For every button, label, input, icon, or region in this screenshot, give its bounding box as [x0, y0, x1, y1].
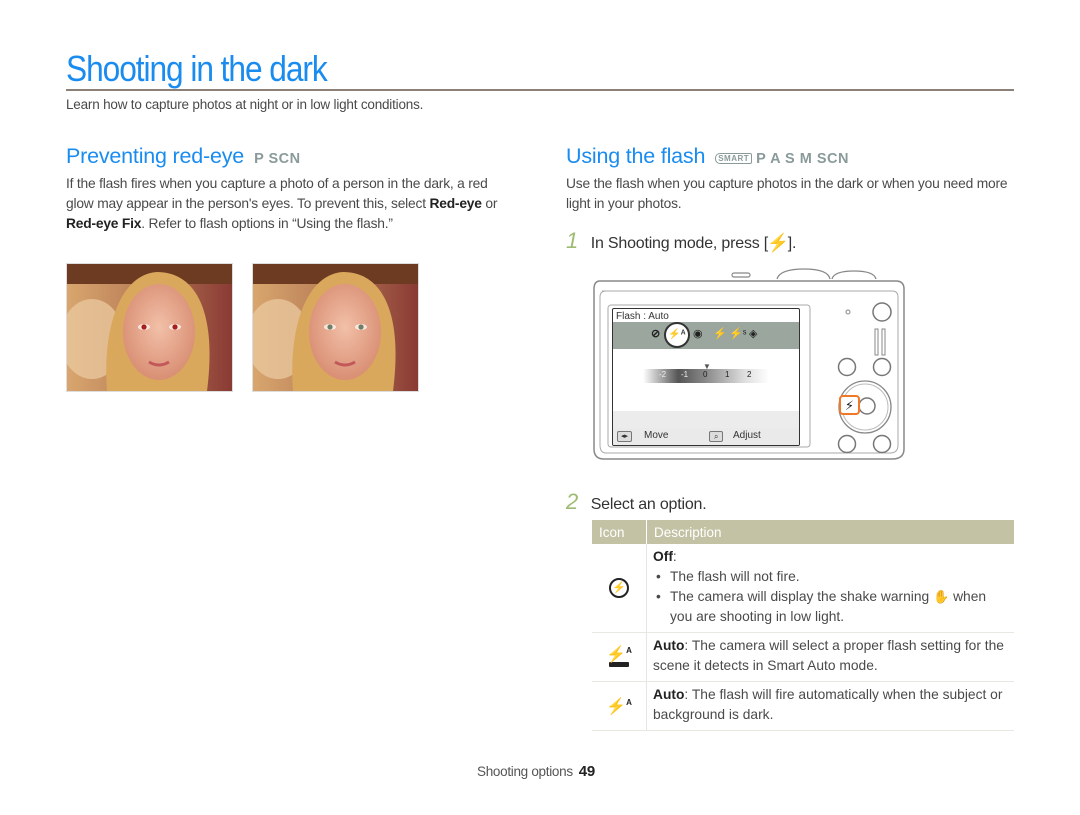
option-red-eye-fix: Red-eye Fix	[66, 216, 142, 231]
page-number: 49	[578, 763, 595, 780]
step-number: 2	[566, 489, 579, 514]
lcd-red-eye-fix-icon: ◈	[749, 328, 758, 340]
text: . Refer to flash options in “Using the f…	[141, 216, 393, 231]
flash-button-icon: ⚡	[845, 399, 854, 414]
lcd-icon-bar: ⊘ ⚡ᴬ ◉ ⚡ ⚡ˢ ◈	[613, 322, 799, 349]
step-number: 1	[566, 228, 579, 253]
flash-button-icon: ⚡	[767, 234, 789, 253]
lcd-flash-auto-icon-selected: ⚡ᴬ	[664, 322, 690, 348]
title-divider	[66, 89, 1014, 91]
lcd-fill-in-icon: ⚡	[713, 328, 727, 340]
text: ].	[787, 235, 797, 252]
step-text: Select an option.	[590, 496, 707, 513]
bullet-item: The camera will display the shake warnin…	[653, 587, 1008, 627]
text: If the flash fires when you capture a ph…	[66, 176, 488, 211]
lcd-slow-sync-icon: ⚡ˢ	[729, 328, 747, 340]
option-title: Auto	[653, 687, 685, 702]
scale-marker: ▼	[703, 362, 711, 371]
eye-left	[141, 324, 147, 330]
column-header-icon: Icon	[592, 520, 647, 544]
smart-flash-auto-icon: ⚡A	[592, 632, 647, 682]
bullet-item: The flash will not fire.	[653, 567, 1008, 587]
photo-red-eye	[66, 263, 233, 392]
photo-red-eye-fixed	[252, 263, 419, 392]
table-row: ⚡A Auto: The flash will fire automatical…	[592, 681, 1014, 731]
red-eye-paragraph: If the flash fires when you capture a ph…	[66, 174, 516, 234]
flash-off-glyph: ⚡	[609, 577, 629, 598]
description-cell: Off: The flash will not fire. The camera…	[646, 544, 1014, 633]
flash-options-table: Icon Description ⚡ Off: The flash will n…	[592, 520, 1014, 731]
description-cell: Auto: The flash will fire automatically …	[646, 681, 1014, 731]
lcd-adjust-label: Adjust	[733, 430, 761, 441]
camera-lcd-screen: Flash : Auto ⊘ ⚡ᴬ ◉ ⚡ ⚡ˢ ◈ -2 -1 0 1 2 ▼ ◂▸ …	[612, 308, 800, 446]
lcd-red-eye-icon: ◉	[693, 328, 703, 340]
text: : The camera will select a proper flash …	[653, 638, 1004, 673]
text: or	[481, 196, 498, 211]
scale-tick-label: -2	[659, 370, 667, 379]
mode-badges: SMART P A S M SCN	[715, 151, 849, 167]
option-title: Auto	[653, 638, 685, 653]
bullet-list: The flash will not fire. The camera will…	[653, 567, 1008, 627]
text: In Shooting mode, press [	[590, 235, 769, 252]
flash-glyph: ⚡	[606, 646, 627, 664]
section-title-red-eye: Preventing red-eye P SCN	[66, 144, 301, 169]
scale-tick-label: -1	[681, 370, 689, 379]
flash-auto-icon: ⚡A	[592, 681, 647, 731]
portrait-fixed-image	[253, 264, 418, 391]
mode-letters: P A S M SCN	[756, 151, 849, 167]
auto-sup: A	[626, 645, 632, 655]
description-cell: Auto: The camera will select a proper fl…	[646, 632, 1014, 682]
flash-off-icon: ⚡	[592, 544, 647, 633]
page-intro: Learn how to capture photos at night or …	[66, 97, 424, 112]
step-2: 2 Select an option.	[566, 489, 707, 515]
text: : The flash will fire automatically when…	[653, 687, 1003, 722]
lcd-flash-off-icon: ⊘	[651, 328, 661, 340]
text: The camera will display the shake warnin…	[670, 589, 930, 604]
scale-tick-label: 2	[747, 370, 752, 379]
lcd-blank-row	[613, 411, 799, 428]
lcd-flash-label: Flash : Auto	[616, 311, 669, 322]
option-title: Off	[653, 549, 673, 564]
step-text: In Shooting mode, press [⚡].	[590, 234, 797, 253]
flash-glyph: ⚡	[606, 698, 627, 716]
table-row: ⚡ Off: The flash will not fire. The came…	[592, 544, 1014, 633]
scale-tick-label: 1	[725, 370, 730, 379]
flash-intro: Use the flash when you capture photos in…	[566, 176, 1008, 211]
column-header-description: Description	[646, 520, 1014, 544]
section-title-text: Using the flash	[566, 144, 706, 168]
smart-mode-icon: SMART	[715, 153, 753, 164]
table-row: ⚡A Auto: The camera will select a proper…	[592, 632, 1014, 682]
scale-tick-label: 0	[703, 370, 708, 379]
table-header-row: Icon Description	[592, 520, 1014, 544]
option-red-eye: Red-eye	[429, 196, 482, 211]
page-footer: Shooting options 49	[477, 763, 595, 780]
zoom-key-icon: ⌕	[709, 431, 724, 442]
page-title: Shooting in the dark	[66, 48, 328, 89]
eye-left	[327, 324, 333, 330]
section-title-text: Preventing red-eye	[66, 144, 245, 168]
lcd-move-label: Move	[644, 430, 669, 441]
move-key-icon: ◂▸	[617, 431, 633, 442]
flash-intensity-scale: -2 -1 0 1 2	[643, 369, 769, 383]
portrait-red-eye-image	[67, 264, 232, 391]
eye-right	[358, 324, 364, 330]
auto-sup: A	[626, 697, 632, 707]
eye-right	[172, 324, 178, 330]
lcd-bottom-bar: ◂▸ Move ⌕ Adjust	[613, 428, 799, 445]
section-title-flash: Using the flash SMART P A S M SCN	[566, 144, 849, 169]
footer-section: Shooting options	[477, 764, 573, 779]
shake-warning-icon: ✋	[933, 589, 950, 604]
mode-badges: P SCN	[254, 151, 301, 167]
step-1: 1 In Shooting mode, press [⚡].	[566, 228, 796, 254]
